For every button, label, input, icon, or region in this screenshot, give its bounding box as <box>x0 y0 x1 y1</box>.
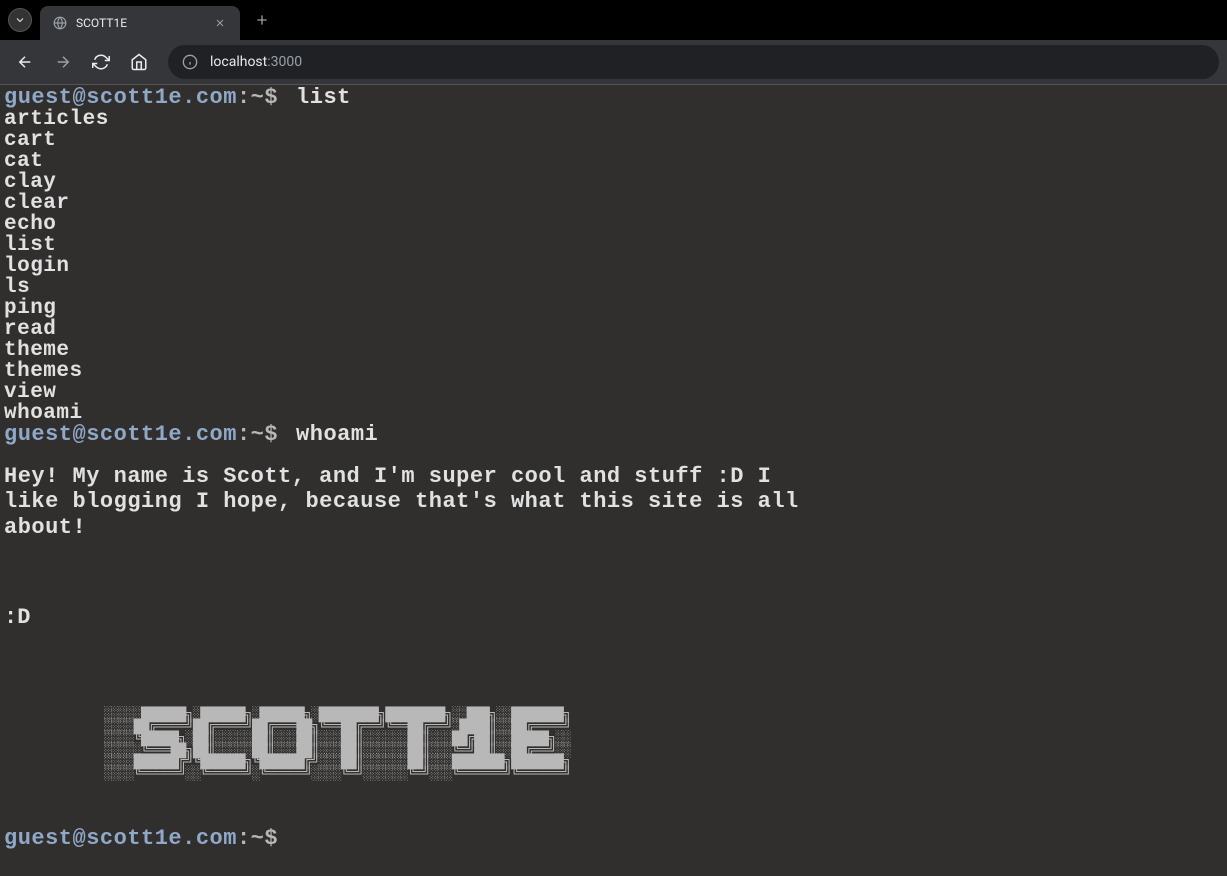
tab-search-dropdown[interactable] <box>8 8 32 32</box>
url-text: localhost:3000 <box>210 54 302 70</box>
command-text: list <box>296 85 351 110</box>
prompt-suffix: :~$ <box>237 422 278 447</box>
info-icon[interactable] <box>182 54 198 70</box>
list-item: theme <box>4 340 1223 361</box>
prompt-line-2: guest@scott1e.com:~$ whoami <box>4 424 1223 446</box>
list-item: cat <box>4 151 1223 172</box>
home-button[interactable] <box>122 45 156 79</box>
url-host: localhost <box>210 54 267 70</box>
list-item: clay <box>4 172 1223 193</box>
list-item: ping <box>4 298 1223 319</box>
close-icon[interactable] <box>212 15 228 31</box>
forward-button[interactable] <box>46 45 80 79</box>
list-item: read <box>4 319 1223 340</box>
list-item: cart <box>4 130 1223 151</box>
whoami-output: Hey! My name is Scott, and I'm super coo… <box>4 464 824 540</box>
list-item: login <box>4 256 1223 277</box>
list-item: themes <box>4 361 1223 382</box>
prompt-suffix: :~$ <box>237 826 278 851</box>
reload-button[interactable] <box>84 45 118 79</box>
list-item: echo <box>4 214 1223 235</box>
prompt-user: guest@scott1e.com <box>4 826 237 851</box>
address-bar[interactable]: localhost:3000 <box>168 45 1219 79</box>
terminal-input[interactable] <box>284 826 684 851</box>
list-item: list <box>4 235 1223 256</box>
prompt-suffix: :~$ <box>237 85 278 110</box>
list-item: ls <box>4 277 1223 298</box>
prompt-user: guest@scott1e.com <box>4 422 237 447</box>
browser-tab[interactable]: SCOTT1E <box>40 6 240 40</box>
list-output: articlescartcatclayclearecholistloginlsp… <box>4 109 1223 424</box>
ascii-art-banner: ░░░░░██████╗░██████╗░██████╗░████████╗██… <box>104 710 1223 781</box>
new-tab-button[interactable] <box>248 6 276 34</box>
tab-bar: SCOTT1E <box>0 0 1227 40</box>
back-button[interactable] <box>8 45 42 79</box>
smiley-text: :D <box>4 605 1223 630</box>
terminal-content[interactable]: guest@scott1e.com:~$list articlescartcat… <box>0 84 1227 876</box>
browser-chrome: SCOTT1E localhost:3000 <box>0 0 1227 84</box>
list-item: clear <box>4 193 1223 214</box>
list-item: articles <box>4 109 1223 130</box>
command-text: whoami <box>296 422 378 447</box>
prompt-user: guest@scott1e.com <box>4 85 237 110</box>
list-item: whoami <box>4 403 1223 424</box>
browser-toolbar: localhost:3000 <box>0 40 1227 84</box>
globe-icon <box>52 15 68 31</box>
prompt-line-1: guest@scott1e.com:~$ list <box>4 87 1223 109</box>
url-port: :3000 <box>267 54 302 70</box>
chevron-down-icon <box>14 14 26 26</box>
active-prompt-line: guest@scott1e.com:~$ <box>4 826 1223 851</box>
list-item: view <box>4 382 1223 403</box>
tab-title: SCOTT1E <box>76 16 212 30</box>
